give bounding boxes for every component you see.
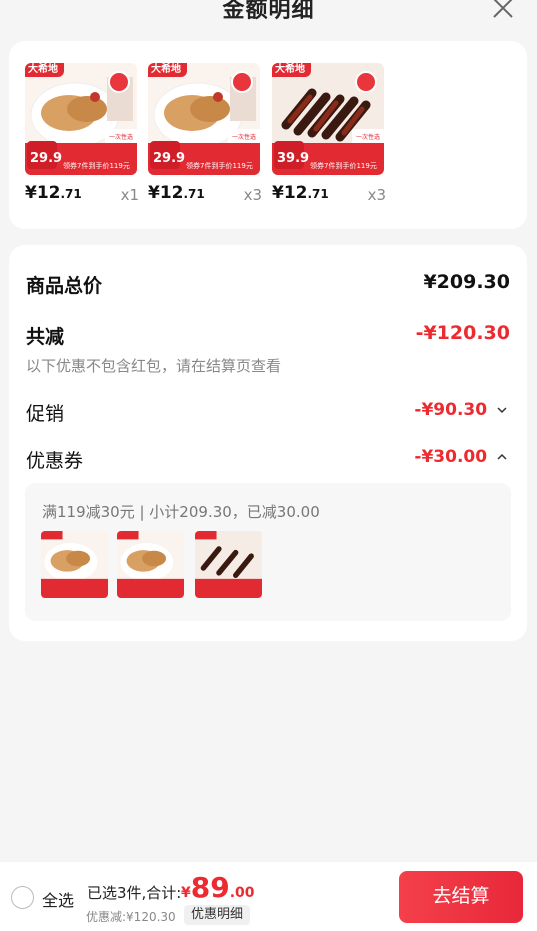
item-qty: x1: [120, 186, 139, 204]
coupon-row[interactable]: -¥30.00: [414, 447, 507, 467]
selected-count: 已选3件,合计:: [87, 884, 182, 902]
chevron-up-icon: [497, 453, 507, 460]
coupon-value: -¥30.00: [414, 447, 488, 467]
promo-text: 领券7件到手价119元: [186, 162, 253, 170]
reduce-note: 以下优惠不包含红包，请在结算页查看: [26, 357, 282, 375]
checkout-bar: 全选 已选3件,合计: ¥89.00 优惠减:¥120.30 优惠明细 去结算: [0, 862, 537, 931]
header: 金额明细: [0, 0, 537, 36]
items-card: 大希地 29.9 领券7件到手价119元 一次性选 ¥12.71 x1 大希地 …: [9, 41, 527, 229]
product-image: 大希地 39.9 领券7件到手价119元 一次性选: [272, 63, 384, 175]
promo-text: 领券7件到手价119元: [63, 162, 130, 170]
check-icon[interactable]: [355, 71, 377, 93]
item-qty: x3: [367, 186, 386, 204]
brand-tag: 大希地: [148, 63, 187, 77]
promo-price: 29.9: [153, 151, 186, 166]
total-label: 商品总价: [26, 275, 103, 297]
discount-text: 优惠减:¥120.30: [86, 910, 176, 924]
discount-detail-button[interactable]: 优惠明细: [184, 905, 251, 925]
checkout-button[interactable]: 去结算: [399, 871, 523, 923]
coupon-detail-text: 满119减30元 | 小计209.30，已减30.00: [42, 503, 320, 521]
product-image: 大希地 29.9 领券7件到手价119元 一次性选: [148, 63, 260, 175]
close-icon[interactable]: [491, 0, 515, 20]
product-item[interactable]: 大希地 39.9 领券7件到手价119元 一次性选 ¥12.71 x3: [272, 63, 386, 204]
page-title: 金额明细: [222, 0, 315, 23]
product-item[interactable]: 大希地 29.9 领券7件到手价119元 一次性选 ¥12.71 x3: [148, 63, 262, 204]
item-price: ¥12.71: [25, 183, 82, 203]
badge-text: 一次性选: [109, 134, 134, 141]
brand-tag: 大希地: [272, 63, 311, 77]
summary-card: 商品总价 ¥209.30 共减 -¥120.30 以下优惠不包含红包，请在结算页…: [9, 245, 527, 641]
check-icon[interactable]: [231, 71, 253, 93]
item-qty: x3: [243, 186, 262, 204]
promo-label: 促销: [26, 403, 65, 425]
brand-tag: 大希地: [25, 63, 64, 77]
select-all-radio[interactable]: [11, 886, 34, 909]
select-all-label[interactable]: 全选: [42, 887, 74, 911]
coupon-item-thumb: [195, 531, 262, 598]
promo-price: 39.9: [277, 151, 310, 166]
product-image: 大希地 29.9 领券7件到手价119元 一次性选: [25, 63, 137, 175]
coupon-item-thumb: [117, 531, 184, 598]
total-price: ¥89.00: [181, 871, 255, 904]
total-value: ¥209.30: [423, 271, 510, 293]
reduce-label: 共减: [26, 326, 65, 348]
item-price: ¥12.71: [148, 183, 205, 203]
item-price: ¥12.71: [272, 183, 329, 203]
coupon-label: 优惠券: [26, 450, 84, 472]
badge-text: 一次性选: [232, 134, 257, 141]
promo-text: 领券7件到手价119元: [310, 162, 377, 170]
coupon-detail-box: 满119减30元 | 小计209.30，已减30.00: [25, 483, 511, 621]
promo-value: -¥90.30: [414, 400, 488, 420]
chevron-down-icon: [497, 407, 507, 414]
coupon-item-thumb: [41, 531, 108, 598]
check-icon[interactable]: [108, 71, 130, 93]
promo-row[interactable]: -¥90.30: [414, 400, 507, 420]
reduce-value: -¥120.30: [415, 322, 510, 344]
product-item[interactable]: 大希地 29.9 领券7件到手价119元 一次性选 ¥12.71 x1: [25, 63, 139, 204]
badge-text: 一次性选: [356, 134, 381, 141]
promo-price: 29.9: [30, 151, 63, 166]
